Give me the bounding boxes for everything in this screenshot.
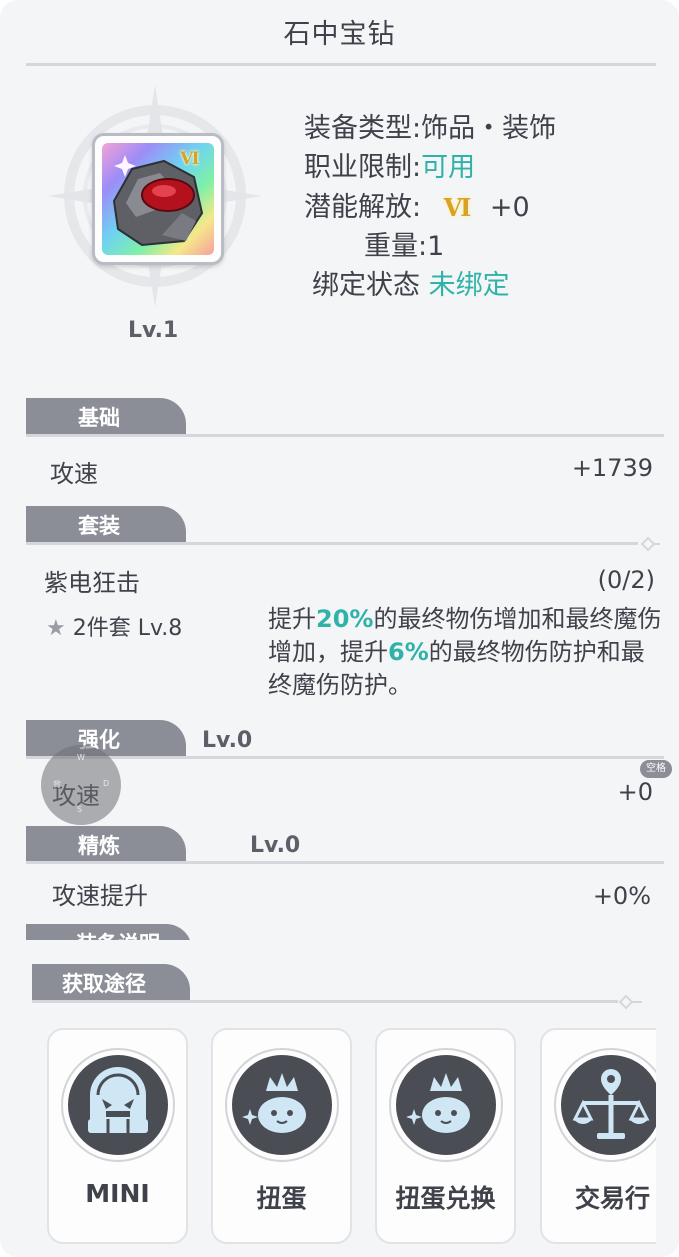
- refine-stat-value: +0%: [592, 882, 651, 910]
- divider-ornament-icon: [640, 536, 660, 552]
- enhance-stat-value: +0: [617, 778, 653, 806]
- grade-badge: Ⅵ: [180, 149, 200, 169]
- set-desc-pct-1: 20%: [316, 605, 374, 633]
- job-limit-row: 职业限制:可用: [304, 145, 475, 184]
- source-disc: [389, 1048, 503, 1162]
- section-tab-description: 装备说明: [26, 924, 192, 940]
- equip-type-row: 装备类型:饰品・装饰: [304, 106, 556, 145]
- equip-type-label: 装备类型:: [304, 113, 422, 144]
- source-disc: [61, 1048, 175, 1162]
- description-tab-label: 装备说明: [26, 924, 192, 940]
- set-divider: [26, 542, 638, 545]
- source-card-gacha-exchange[interactable]: 扭蛋兑换: [375, 1028, 516, 1244]
- space-key-pill[interactable]: 空格: [640, 760, 672, 778]
- set-progress: (0/2): [597, 566, 655, 594]
- section-tab-set: 套装: [26, 506, 186, 544]
- star-icon: ★: [46, 616, 66, 641]
- refine-divider: [26, 861, 664, 864]
- source-card-gacha[interactable]: 扭蛋: [211, 1028, 352, 1244]
- source-disc-inner: [232, 1055, 332, 1155]
- sources-divider: [32, 1000, 618, 1003]
- title-divider: [26, 63, 656, 66]
- source-disc-inner: [561, 1055, 661, 1155]
- item-level: Lv.1: [128, 318, 179, 343]
- basic-divider: [26, 434, 664, 437]
- section-tab-enhance: 强化: [26, 720, 186, 758]
- float-e-label: D: [103, 779, 110, 788]
- weight-value: 1: [427, 231, 445, 262]
- source-label: 扭蛋: [256, 1184, 307, 1213]
- job-limit-label: 职业限制:: [304, 152, 422, 183]
- basic-stat-label: 攻速: [50, 460, 98, 488]
- set-piece-row: ★ 2件套 Lv.8: [46, 610, 182, 642]
- equip-type-value: 饰品・装饰: [421, 113, 557, 144]
- potential-grade-badge: Ⅵ: [443, 193, 472, 222]
- section-tab-sources: 获取途径: [32, 964, 190, 1002]
- source-label: 扭蛋兑换: [395, 1184, 496, 1213]
- section-tab-refine: 精炼: [26, 826, 186, 864]
- floating-control-button[interactable]: W S 背 D: [41, 745, 121, 825]
- float-n-label: W: [77, 753, 85, 762]
- exchange-scale-icon: [572, 1069, 650, 1139]
- bind-status-label: 绑定状态: [312, 270, 420, 301]
- source-disc: [554, 1048, 668, 1162]
- enhance-level: Lv.0: [202, 728, 253, 753]
- refine-stat-label: 攻速提升: [52, 882, 148, 910]
- gacha-exchange-icon: [406, 1073, 470, 1133]
- basic-stat-value: +1739: [571, 454, 653, 482]
- bind-status-row: 绑定状态 未绑定: [312, 263, 510, 302]
- source-card-mini[interactable]: MINI: [47, 1028, 188, 1244]
- weight-row: 重量:1: [364, 224, 444, 263]
- mini-boss-icon: [88, 1067, 148, 1133]
- section-tab-basic: 基础: [26, 398, 186, 436]
- gacha-icon: [242, 1073, 306, 1133]
- item-detail-panel: 石中宝钻 Ⅵ Lv.1 装备类型:饰品・装饰 职业限制:可用 潜能解放: Ⅵ +…: [0, 0, 679, 1257]
- source-label: MINI: [85, 1179, 150, 1208]
- sources-scroll-mask: [656, 1010, 679, 1257]
- set-description: 提升20%的最终物伤增加和最终魔伤增加，提升6%的最终物伤防护和最终魔伤防护。: [268, 603, 668, 702]
- divider-ornament-icon: [618, 994, 642, 1010]
- source-disc-inner: [396, 1055, 496, 1155]
- weight-label: 重量:: [364, 231, 428, 262]
- set-desc-pct-2: 6%: [388, 638, 429, 666]
- bind-status-value: 未绑定: [428, 270, 510, 301]
- page-title: 石中宝钻: [283, 19, 396, 50]
- potential-value: +0: [489, 192, 530, 223]
- refine-level: Lv.0: [250, 833, 301, 858]
- potential-row: 潜能解放: Ⅵ +0: [304, 185, 530, 224]
- item-icon: Ⅵ: [102, 143, 214, 255]
- source-disc: [225, 1048, 339, 1162]
- job-limit-value: 可用: [421, 152, 476, 183]
- source-disc-inner: [68, 1055, 168, 1155]
- set-piece-label: 2件套 Lv.8: [72, 616, 183, 641]
- item-icon-frame[interactable]: Ⅵ: [92, 133, 224, 265]
- float-w-label: 背: [53, 780, 61, 789]
- float-s-label: S: [77, 805, 83, 814]
- set-name: 紫电狂击: [44, 569, 140, 597]
- set-desc-part-1: 提升: [268, 605, 316, 633]
- enhance-divider: [26, 756, 664, 759]
- potential-label: 潜能解放:: [304, 192, 422, 223]
